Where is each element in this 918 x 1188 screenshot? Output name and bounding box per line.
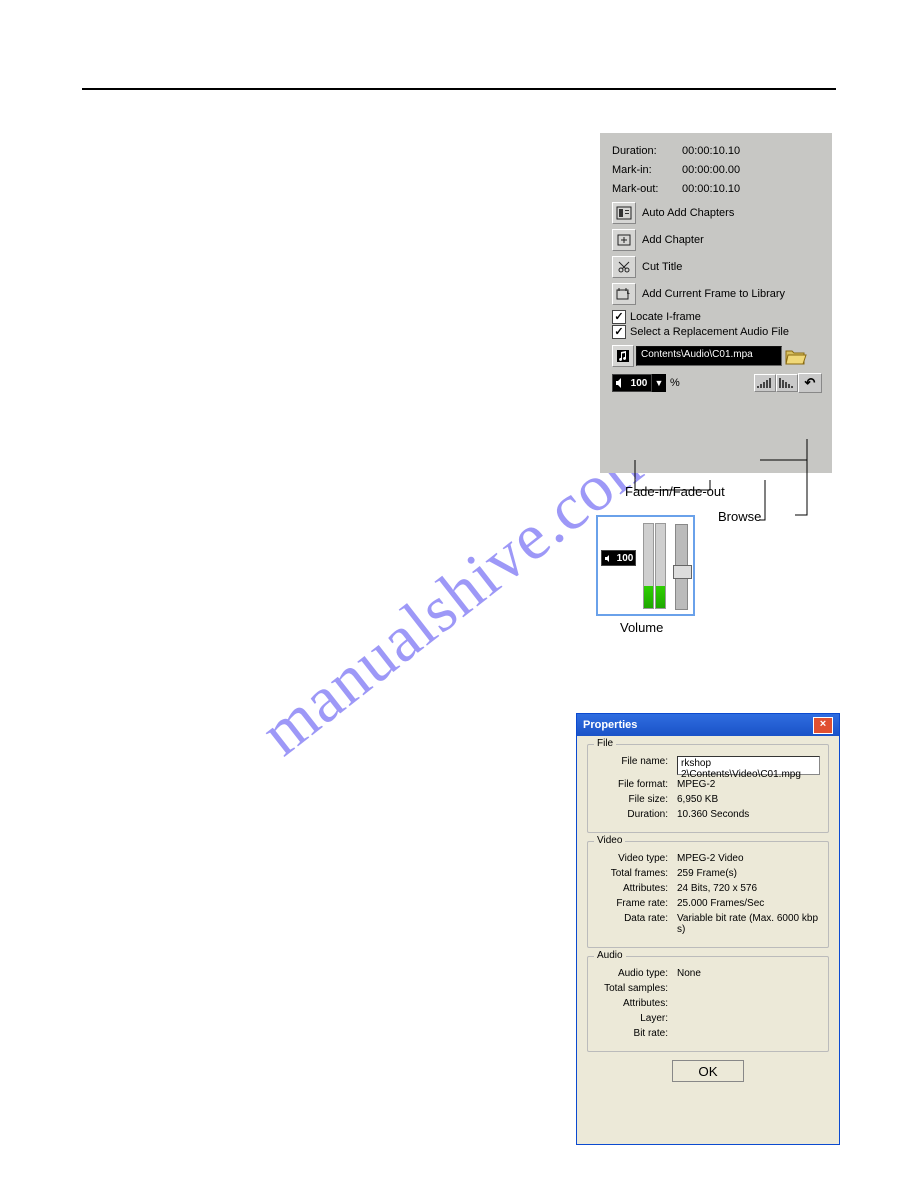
file-duration-value: 10.360 Seconds (677, 809, 820, 820)
checkbox-checked-icon: ✓ (612, 325, 626, 339)
volume-dropdown-button[interactable]: ▼ (652, 374, 666, 392)
volume-value: 100 (627, 378, 651, 389)
duration-value: 00:00:10.10 (682, 145, 740, 157)
duration-label: Duration: (612, 145, 682, 157)
add-frame-label: Add Current Frame to Library (642, 288, 785, 300)
locate-iframe-checkbox[interactable]: ✓ Locate I-frame (612, 310, 832, 324)
file-name-field[interactable]: rkshop 2\Contents\Video\C01.mpg (677, 756, 820, 775)
auto-chapters-icon (612, 202, 636, 224)
checkbox-checked-icon: ✓ (612, 310, 626, 324)
volume-popup: 100 (596, 515, 695, 616)
video-attributes-label: Attributes: (596, 883, 668, 894)
file-format-value: MPEG-2 (677, 779, 820, 790)
speaker-icon (604, 553, 615, 564)
cut-title-button[interactable]: Cut Title (612, 256, 832, 278)
select-audio-checkbox[interactable]: ✓ Select a Replacement Audio File (612, 325, 832, 339)
header-rule (82, 88, 836, 90)
auto-add-chapters-button[interactable]: Auto Add Chapters (612, 202, 832, 224)
dialog-titlebar[interactable]: Properties × (577, 714, 839, 736)
audio-file-field[interactable]: Contents\Audio\C01.mpa (636, 346, 782, 366)
frame-rate-label: Frame rate: (596, 898, 668, 909)
bitrate-label: Bit rate: (596, 1028, 668, 1039)
data-rate-value: Variable bit rate (Max. 6000 kbps) (677, 913, 820, 935)
fade-out-button[interactable] (776, 374, 798, 392)
file-duration-label: Duration: (596, 809, 668, 820)
markin-value: 00:00:00.00 (682, 164, 740, 176)
dialog-title: Properties (583, 719, 637, 731)
file-name-label: File name: (596, 756, 668, 775)
video-type-value: MPEG-2 Video (677, 853, 820, 864)
speaker-icon (615, 377, 627, 389)
total-frames-label: Total frames: (596, 868, 668, 879)
video-group-label: Video (594, 835, 625, 846)
markout-label: Mark-out: (612, 183, 682, 195)
audio-group-label: Audio (594, 950, 626, 961)
cut-title-icon (612, 256, 636, 278)
locate-iframe-label: Locate I-frame (630, 311, 701, 323)
percent-label: % (670, 377, 680, 389)
file-size-label: File size: (596, 794, 668, 805)
total-frames-value: 259 Frame(s) (677, 868, 820, 879)
add-frame-library-button[interactable]: Add Current Frame to Library (612, 283, 832, 305)
frame-rate-value: 25.000 Frames/Sec (677, 898, 820, 909)
file-format-label: File format: (596, 779, 668, 790)
data-rate-label: Data rate: (596, 913, 668, 935)
layer-label: Layer: (596, 1013, 668, 1024)
browse-button[interactable] (784, 345, 806, 367)
file-size-value: 6,950 KB (677, 794, 820, 805)
add-frame-icon (612, 283, 636, 305)
fade-in-button[interactable] (754, 374, 776, 392)
volume-callout-label: Volume (620, 620, 663, 635)
vu-meter (636, 517, 673, 614)
bitrate-value (677, 1028, 820, 1039)
total-samples-value (677, 983, 820, 994)
ok-button[interactable]: OK (672, 1060, 744, 1082)
file-group-label: File (594, 738, 616, 749)
add-chapter-icon (612, 229, 636, 251)
music-note-icon (612, 345, 634, 367)
video-attributes-value: 24 Bits, 720 x 576 (677, 883, 820, 894)
markout-value: 00:00:10.10 (682, 183, 740, 195)
audio-type-value: None (677, 968, 820, 979)
volume-popup-button[interactable]: 100 (601, 550, 636, 566)
volume-button[interactable]: 100 (612, 374, 652, 392)
audio-attributes-value (677, 998, 820, 1009)
audio-type-label: Audio type: (596, 968, 668, 979)
layer-value (677, 1013, 820, 1024)
undo-button[interactable]: ↶ (798, 373, 822, 393)
auto-add-chapters-label: Auto Add Chapters (642, 207, 734, 219)
video-type-label: Video type: (596, 853, 668, 864)
markin-label: Mark-in: (612, 164, 682, 176)
audio-attributes-label: Attributes: (596, 998, 668, 1009)
browse-callout-label: Browse (718, 509, 761, 524)
cut-title-label: Cut Title (642, 261, 682, 273)
volume-slider[interactable] (675, 524, 688, 610)
select-audio-label: Select a Replacement Audio File (630, 326, 789, 338)
properties-dialog: Properties × File File name: rkshop 2\Con… (576, 713, 840, 1145)
add-chapter-label: Add Chapter (642, 234, 704, 246)
fade-callout-label: Fade-in/Fade-out (625, 484, 725, 499)
volume-popup-value: 100 (615, 553, 635, 564)
close-button[interactable]: × (813, 717, 833, 734)
total-samples-label: Total samples: (596, 983, 668, 994)
add-chapter-button[interactable]: Add Chapter (612, 229, 832, 251)
